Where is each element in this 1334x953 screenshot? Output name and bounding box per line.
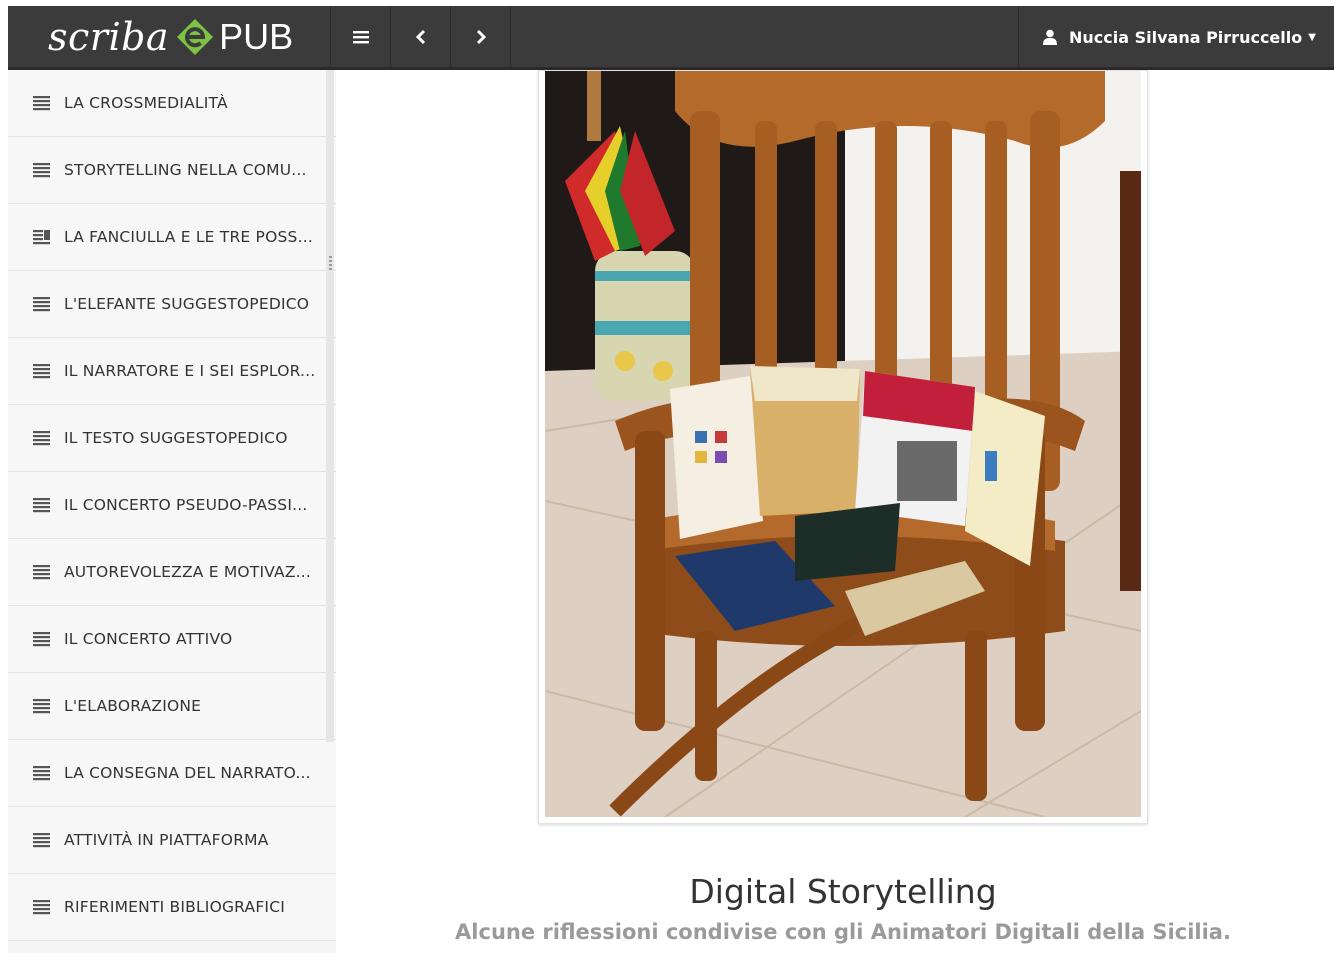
text-lines-icon	[33, 96, 50, 111]
sidebar-item-label: ATTIVITÀ IN PIATTAFORMA	[64, 831, 269, 849]
chapter-sidebar: LA CROSSMEDIALITÀ STORYTELLING NELLA COMU…	[8, 70, 336, 953]
sidebar-item[interactable]: IL NARRATORE E I SEI ESPLOR...	[8, 338, 336, 405]
sidebar-resize-handle[interactable]	[329, 256, 332, 270]
sidebar-item-label: IL NARRATORE E I SEI ESPLOR...	[64, 362, 316, 380]
logo-e-icon	[177, 19, 214, 55]
sidebar-item[interactable]: IL CONCERTO PSEUDO-PASSI...	[8, 472, 336, 539]
scriba-epub-logo[interactable]: scriba PUB	[16, 6, 338, 68]
text-lines-icon	[33, 431, 50, 446]
text-lines-icon	[33, 565, 50, 580]
sidebar-item-label: AUTOREVOLEZZA E MOTIVAZ...	[64, 563, 312, 581]
text-lines-icon	[33, 163, 50, 178]
sidebar-item-label: IL TESTO SUGGESTOPEDICO	[64, 429, 288, 447]
text-lines-icon	[33, 833, 50, 848]
sidebar-item-label: STORYTELLING NELLA COMU...	[64, 161, 307, 179]
sidebar-item[interactable]: L'ELABORAZIONE	[8, 673, 336, 740]
sidebar-item[interactable]: STORYTELLING NELLA COMU...	[8, 137, 336, 204]
text-lines-icon	[33, 632, 50, 647]
sidebar-item[interactable]: LA CONSEGNA DEL NARRATO...	[8, 740, 336, 807]
toolbar-divider	[510, 6, 511, 68]
sidebar-item-label: L'ELABORAZIONE	[64, 697, 202, 715]
text-image-icon	[33, 230, 50, 245]
sidebar-item[interactable]: AUTOREVOLEZZA E MOTIVAZ...	[8, 539, 336, 606]
sidebar-item[interactable]: L'ELEFANTE SUGGESTOPEDICO	[8, 271, 336, 338]
user-name: Nuccia Silvana Pirruccello	[1069, 27, 1303, 47]
book-subtitle: Alcune riflessioni condivise con gli Ani…	[455, 920, 1231, 944]
cover-image-frame	[538, 70, 1148, 824]
text-lines-icon	[33, 900, 50, 915]
text-lines-icon	[33, 364, 50, 379]
caret-down-icon: ▼	[1308, 31, 1316, 43]
top-navbar: scriba PUB Nuccia Silvana Pirruccello ▼	[8, 6, 1334, 70]
cover-photo	[545, 71, 1141, 817]
toggle-sidebar-button[interactable]	[330, 6, 390, 68]
sidebar-item-label: L'ELEFANTE SUGGESTOPEDICO	[64, 295, 310, 313]
text-lines-icon	[33, 297, 50, 312]
sidebar-item-label: LA CONSEGNA DEL NARRATO...	[64, 764, 311, 782]
next-page-button[interactable]	[450, 6, 510, 68]
sidebar-item[interactable]: ATTIVITÀ IN PIATTAFORMA	[8, 807, 336, 874]
text-lines-icon	[33, 766, 50, 781]
sidebar-item-label: IL CONCERTO ATTIVO	[64, 630, 233, 648]
sidebar-item-label: LA CROSSMEDIALITÀ	[64, 94, 228, 112]
sidebar-item[interactable]: IL TESTO SUGGESTOPEDICO	[8, 405, 336, 472]
user-icon	[1043, 29, 1057, 45]
logo-suffix-text: PUB	[219, 16, 294, 57]
previous-page-button[interactable]	[390, 6, 450, 68]
sidebar-item[interactable]: IL CONCERTO ATTIVO	[8, 606, 336, 673]
sidebar-item[interactable]: RIFERIMENTI BIBLIOGRAFICI	[8, 874, 336, 941]
book-title: Digital Storytelling	[689, 872, 997, 911]
text-lines-icon	[33, 699, 50, 714]
sidebar-item-label: LA FANCIULLA E LE TRE POSS...	[64, 228, 313, 246]
text-lines-icon	[33, 498, 50, 513]
chevron-left-icon	[415, 29, 425, 45]
chevron-right-icon	[476, 29, 486, 45]
sidebar-item-label: RIFERIMENTI BIBLIOGRAFICI	[64, 898, 286, 916]
logo-script-text: scriba	[48, 15, 170, 59]
sidebar-item[interactable]: LA CROSSMEDIALITÀ	[8, 70, 336, 137]
sidebar-item[interactable]: LA FANCIULLA E LE TRE POSS...	[8, 204, 336, 271]
hamburger-icon	[352, 31, 369, 44]
sidebar-item-label: IL CONCERTO PSEUDO-PASSI...	[64, 496, 308, 514]
user-menu-dropdown[interactable]: Nuccia Silvana Pirruccello ▼	[1018, 6, 1334, 68]
sidebar-scrollbar[interactable]	[326, 70, 334, 742]
